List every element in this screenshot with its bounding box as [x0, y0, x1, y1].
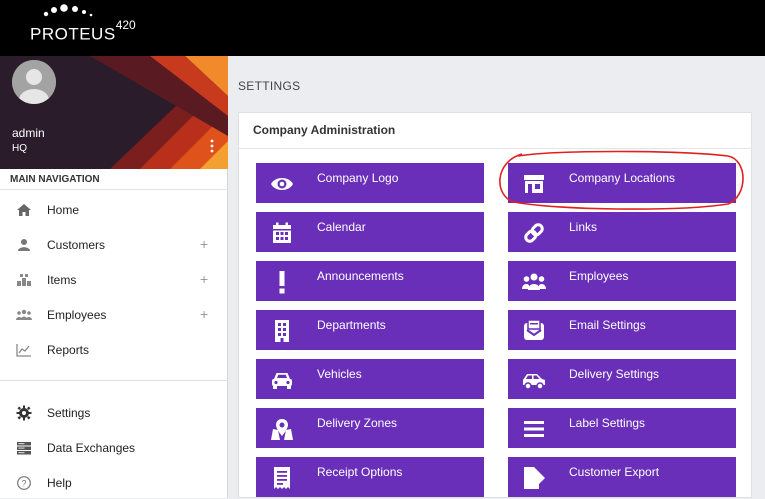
nav-item-employees[interactable]: Employees + [0, 299, 228, 331]
tile-label: Calendar [317, 220, 366, 234]
avatar[interactable] [12, 60, 56, 104]
nav-item-label: Help [47, 476, 72, 490]
nav-item-label: Customers [47, 238, 106, 252]
nav-item-items[interactable]: Items + [0, 264, 228, 296]
car-icon [272, 373, 292, 389]
nav-item-data-exchanges[interactable]: Data Exchanges [0, 432, 228, 464]
tile-label: Links [569, 220, 598, 234]
avatar-icon [12, 60, 56, 104]
items-icon [17, 274, 31, 286]
nav-item-label: Data Exchanges [47, 441, 136, 455]
tile-delivery-settings[interactable]: Delivery Settings [508, 359, 736, 399]
tile-customer-export[interactable]: Customer Export [508, 457, 736, 497]
tile-email-settings[interactable]: Email Settings [508, 310, 736, 350]
nav-item-label: Reports [47, 343, 90, 357]
building-icon [275, 320, 289, 342]
chart-icon [16, 344, 31, 357]
calendar-icon [273, 222, 291, 243]
eye-icon [271, 178, 293, 190]
nav-item-home[interactable]: Home [0, 194, 228, 226]
home-icon [17, 204, 31, 216]
car-side-icon [523, 374, 545, 390]
nav-item-label: Employees [47, 308, 107, 322]
sidebar: admin HQ MAIN NAVIGATION Home Customers … [0, 56, 228, 498]
user-profile-panel: admin HQ [0, 56, 228, 169]
nav-item-help[interactable]: ? Help [0, 467, 228, 499]
svg-text:?: ? [21, 479, 26, 489]
expand-icon[interactable]: + [200, 271, 208, 287]
user-location: HQ [12, 143, 27, 154]
tile-label: Label Settings [569, 416, 646, 430]
gear-icon [16, 405, 32, 421]
email-icon [524, 319, 544, 340]
tile-label: Delivery Zones [317, 416, 398, 430]
export-icon [524, 467, 545, 489]
section-title: Company Administration [253, 123, 396, 137]
nav-header: MAIN NAVIGATION [10, 174, 100, 185]
kebab-menu-icon[interactable] [209, 139, 215, 153]
tile-label-settings[interactable]: Label Settings [508, 408, 736, 448]
logo-suffix: 420 [115, 18, 136, 32]
database-icon [17, 442, 31, 455]
group-icon [522, 273, 546, 290]
link-icon [524, 223, 544, 243]
tile-label: Receipt Options [317, 465, 403, 479]
panel-header: Company Administration [239, 113, 753, 149]
map-marker-icon [271, 419, 293, 440]
tile-label: Customer Export [569, 465, 660, 479]
expand-icon[interactable]: + [200, 306, 208, 322]
page-title: SETTINGS [238, 79, 301, 93]
logo-text: PROTEUS [30, 24, 116, 44]
group-icon [16, 309, 32, 320]
annotation-highlight-ring [499, 150, 744, 210]
nav-item-label: Settings [47, 406, 91, 420]
expand-icon[interactable]: + [200, 236, 208, 252]
nav-item-label: Items [47, 273, 77, 287]
nav-item-customers[interactable]: Customers + [0, 229, 228, 261]
receipt-icon [274, 467, 290, 489]
nav-divider [0, 380, 228, 381]
tile-label: Employees [569, 269, 629, 283]
tile-links[interactable]: Links [508, 212, 736, 252]
tile-label: Company Logo [317, 171, 399, 185]
tile-label: Announcements [317, 269, 404, 283]
nav-item-settings[interactable]: Settings [0, 397, 228, 429]
tile-delivery-zones[interactable]: Delivery Zones [256, 408, 484, 448]
person-icon [18, 239, 30, 251]
exclamation-icon [279, 271, 285, 294]
nav-item-reports[interactable]: Reports [0, 334, 228, 366]
logo-dots-icon [43, 4, 93, 17]
tile-label: Departments [317, 318, 386, 332]
top-bar: PROTEUS420 [0, 0, 765, 56]
tile-label: Email Settings [569, 318, 646, 332]
tile-vehicles[interactable]: Vehicles [256, 359, 484, 399]
app-logo[interactable]: PROTEUS420 [30, 2, 160, 50]
nav-divider [0, 189, 228, 190]
tile-departments[interactable]: Departments [256, 310, 484, 350]
tile-label: Delivery Settings [569, 367, 660, 381]
lines-icon [524, 421, 544, 437]
tile-employees[interactable]: Employees [508, 261, 736, 301]
nav-item-label: Home [47, 203, 80, 217]
tile-announcements[interactable]: Announcements [256, 261, 484, 301]
tile-label: Vehicles [317, 367, 362, 381]
tile-company-logo[interactable]: Company Logo [256, 163, 484, 203]
help-icon: ? [17, 476, 31, 490]
tile-calendar[interactable]: Calendar [256, 212, 484, 252]
tile-receipt-options[interactable]: Receipt Options [256, 457, 484, 497]
user-name: admin [12, 126, 45, 140]
